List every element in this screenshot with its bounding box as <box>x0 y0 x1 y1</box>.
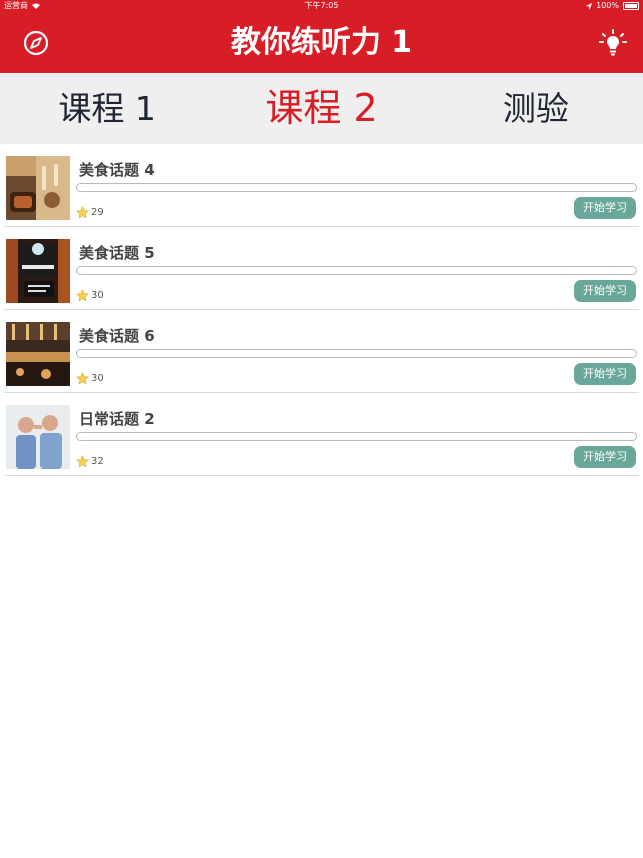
lesson-progress-bar <box>76 183 637 192</box>
lesson-title: 美食话题 4 <box>79 161 155 179</box>
star-count: 29 <box>91 207 104 218</box>
tab-course-1[interactable]: 课程 1 <box>0 73 214 144</box>
start-learning-button[interactable]: 开始学习 <box>574 197 636 219</box>
lesson-row[interactable]: 日常话题 2 32 开始学习 <box>4 393 639 476</box>
status-time: 下午7:05 <box>304 1 339 10</box>
star-icon <box>76 289 89 302</box>
status-right: 100% <box>586 0 639 12</box>
lesson-progress-bar <box>76 266 637 275</box>
star-icon <box>76 206 89 219</box>
lesson-title: 美食话题 5 <box>79 244 155 262</box>
start-learning-button[interactable]: 开始学习 <box>574 446 636 468</box>
start-learning-button[interactable]: 开始学习 <box>574 280 636 302</box>
page-title: 教你练听力 1 <box>230 25 413 60</box>
tab-quiz[interactable]: 测验 <box>429 73 643 144</box>
lesson-rating: 32 <box>76 455 104 468</box>
lesson-title: 美食话题 6 <box>79 327 155 345</box>
lesson-row[interactable]: 美食话题 4 29 开始学习 <box>4 144 639 227</box>
lesson-rating: 29 <box>76 206 104 219</box>
lightbulb-button[interactable] <box>599 29 627 57</box>
lesson-thumbnail-food-5 <box>6 239 70 303</box>
battery-icon <box>623 2 639 10</box>
location-arrow-icon <box>586 2 593 10</box>
lesson-list: 美食话题 4 29 开始学习 美食话题 5 30 开始学习 美食话题 6 30 … <box>4 144 639 476</box>
lesson-title: 日常话题 2 <box>79 410 155 428</box>
nav-bar: 教你练听力 1 <box>0 12 643 73</box>
lesson-thumbnail-daily-2 <box>6 405 70 469</box>
tab-course-2[interactable]: 课程 2 <box>214 73 428 144</box>
start-learning-button[interactable]: 开始学习 <box>574 363 636 385</box>
star-icon <box>76 372 89 385</box>
tab-bar: 课程 1 课程 2 测验 <box>0 73 643 144</box>
star-icon <box>76 455 89 468</box>
lesson-row[interactable]: 美食话题 6 30 开始学习 <box>4 310 639 393</box>
lesson-row[interactable]: 美食话题 5 30 开始学习 <box>4 227 639 310</box>
status-bar: 运营商 下午7:05 100% <box>0 0 643 12</box>
star-count: 32 <box>91 456 104 467</box>
lesson-progress-bar <box>76 349 637 358</box>
battery-percent: 100% <box>596 1 619 10</box>
lesson-thumbnail-food-4 <box>6 156 70 220</box>
lesson-progress-bar <box>76 432 637 441</box>
lesson-rating: 30 <box>76 372 104 385</box>
star-count: 30 <box>91 290 104 301</box>
lesson-thumbnail-food-6 <box>6 322 70 386</box>
star-count: 30 <box>91 373 104 384</box>
lesson-rating: 30 <box>76 289 104 302</box>
lightbulb-icon <box>599 29 627 56</box>
